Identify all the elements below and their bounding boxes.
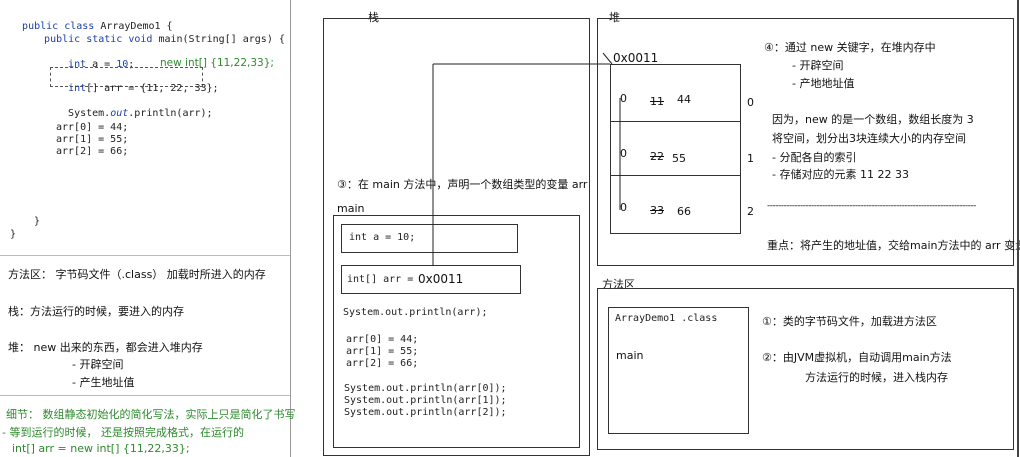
connector-lines	[432, 0, 1019, 457]
address-leader	[602, 52, 613, 65]
